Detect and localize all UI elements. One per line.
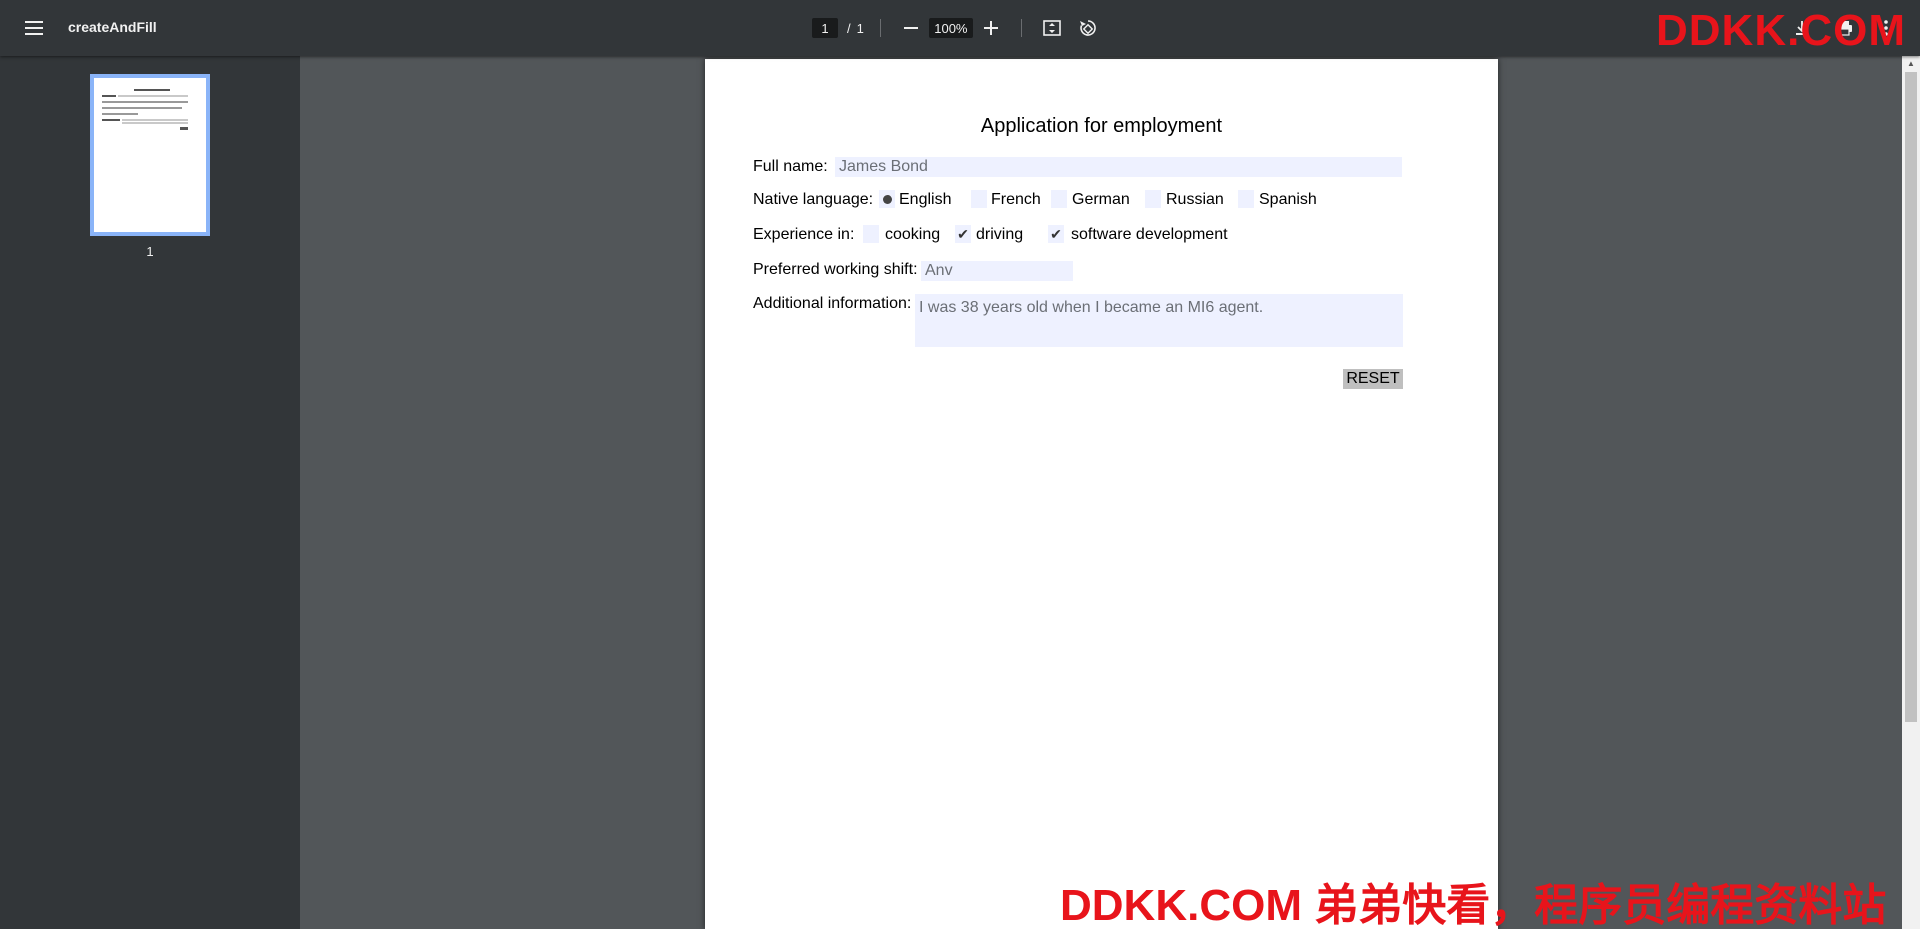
watermark-top: DDKK.COM [1656,6,1906,55]
thumb-line [134,89,170,91]
thumb-line [180,127,188,130]
scroll-up-icon[interactable]: ▲ [1905,58,1917,70]
pdf-page: Application for employment Full name: Ja… [705,59,1498,929]
toolbar-center-controls: 1 / 1 100% [812,14,1102,42]
experience-label-driving: driving [976,226,1024,243]
shift-select[interactable]: Anv [921,261,1073,281]
page-number-input[interactable]: 1 [812,18,838,38]
additional-info-label: Additional information: [753,295,912,312]
toolbar-divider [879,19,881,37]
fit-page-icon[interactable] [1038,14,1066,42]
thumbnail-sidebar: 1 [0,56,300,929]
page-thumbnail[interactable] [90,74,210,236]
native-language-label: Native language: [753,191,874,208]
thumb-line [122,119,188,121]
thumb-line [118,95,188,97]
experience-label-software: software development [1071,226,1228,243]
thumb-line [122,122,188,124]
full-name-label: Full name: [753,158,828,175]
watermark-bottom: DDKK.COM 弟弟快看，程序员编程资料站 [1060,881,1887,929]
language-radio-russian[interactable] [1145,190,1161,208]
experience-checkbox-driving[interactable]: ✔ [955,225,971,243]
zoom-in-icon[interactable] [977,14,1005,42]
language-radio-spanish[interactable] [1238,190,1254,208]
thumb-line [102,101,188,103]
language-label-english: English [899,191,952,208]
zoom-level-input[interactable]: 100% [928,18,973,38]
pdf-toolbar: createAndFill 1 / 1 100% [0,0,1920,56]
full-name-input[interactable]: James Bond [835,157,1402,177]
thumbnail-page-number: 1 [146,244,154,259]
additional-info-textarea[interactable]: I was 38 years old when I became an MI6 … [915,294,1403,347]
shift-label: Preferred working shift: [753,261,918,278]
experience-checkbox-cooking[interactable] [863,225,879,243]
page-separator: / [847,20,851,36]
experience-label-cooking: cooking [885,226,941,243]
language-radio-german[interactable] [1051,190,1067,208]
language-label-german: German [1072,191,1130,208]
checkmark-icon: ✔ [1050,225,1062,242]
thumb-line [102,113,138,115]
language-label-french: French [991,191,1041,208]
experience-label: Experience in: [753,226,855,243]
menu-icon[interactable] [22,16,46,40]
language-label-russian: Russian [1166,191,1224,208]
page-total: 1 [856,20,864,36]
language-radio-french[interactable] [971,190,987,208]
language-label-spanish: Spanish [1259,191,1317,208]
thumb-line [102,95,116,97]
scrollbar-thumb[interactable] [1905,72,1917,722]
language-radio-english[interactable] [879,190,895,208]
document-title: createAndFill [68,19,157,35]
rotate-icon[interactable] [1074,14,1102,42]
toolbar-divider [1020,19,1022,37]
checkmark-icon: ✔ [957,225,969,242]
thumb-line [102,119,120,121]
form-title: Application for employment [980,115,1223,137]
radio-selected-dot [882,194,892,204]
thumb-line [102,107,182,109]
reset-button[interactable]: RESET [1343,369,1403,389]
zoom-out-icon[interactable] [897,14,925,42]
experience-checkbox-software[interactable]: ✔ [1048,225,1064,243]
